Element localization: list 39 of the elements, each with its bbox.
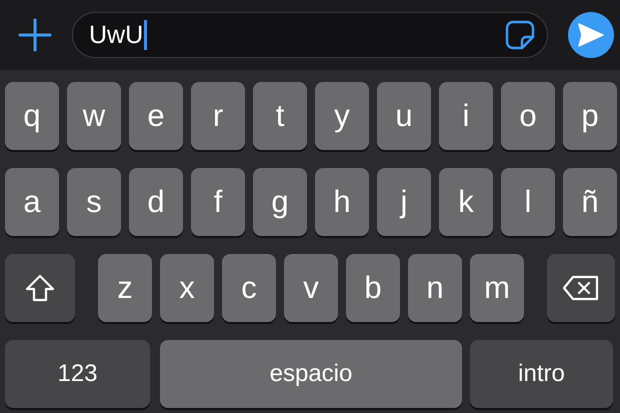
letter-key[interactable]: s [67, 168, 121, 236]
letter-key[interactable]: m [470, 254, 524, 322]
letter-key[interactable]: p [563, 82, 617, 150]
letter-key[interactable]: v [284, 254, 338, 322]
letter-key[interactable]: o [501, 82, 555, 150]
letter-key[interactable]: ñ [563, 168, 617, 236]
letter-key[interactable]: w [67, 82, 121, 150]
letter-key[interactable]: z [98, 254, 152, 322]
letter-key[interactable]: a [5, 168, 59, 236]
return-key[interactable]: intro [470, 340, 613, 408]
letter-key[interactable]: i [439, 82, 493, 150]
plus-icon[interactable] [18, 18, 52, 52]
message-field[interactable]: UwU [72, 12, 548, 58]
backspace-key[interactable] [547, 254, 615, 322]
backspace-icon [562, 275, 600, 301]
letter-key[interactable]: k [439, 168, 493, 236]
letter-key[interactable]: t [253, 82, 307, 150]
letter-key[interactable]: j [377, 168, 431, 236]
letter-key[interactable]: d [129, 168, 183, 236]
letter-key[interactable]: c [222, 254, 276, 322]
letter-key[interactable]: e [129, 82, 183, 150]
space-key[interactable]: espacio [160, 340, 462, 408]
sticker-icon[interactable] [505, 20, 535, 50]
letter-key[interactable]: l [501, 168, 555, 236]
letter-key[interactable]: q [5, 82, 59, 150]
letter-key[interactable]: f [191, 168, 245, 236]
letter-key[interactable]: u [377, 82, 431, 150]
letter-key[interactable]: r [191, 82, 245, 150]
letter-key[interactable]: g [253, 168, 307, 236]
send-button[interactable] [568, 12, 614, 58]
shift-key[interactable] [5, 254, 75, 322]
letter-key[interactable]: x [160, 254, 214, 322]
letter-key[interactable]: n [408, 254, 462, 322]
send-icon [578, 23, 604, 47]
numbers-key[interactable]: 123 [5, 340, 150, 408]
shift-icon [25, 274, 55, 302]
letter-key[interactable]: b [346, 254, 400, 322]
letter-key[interactable]: y [315, 82, 369, 150]
letter-key[interactable]: h [315, 168, 369, 236]
